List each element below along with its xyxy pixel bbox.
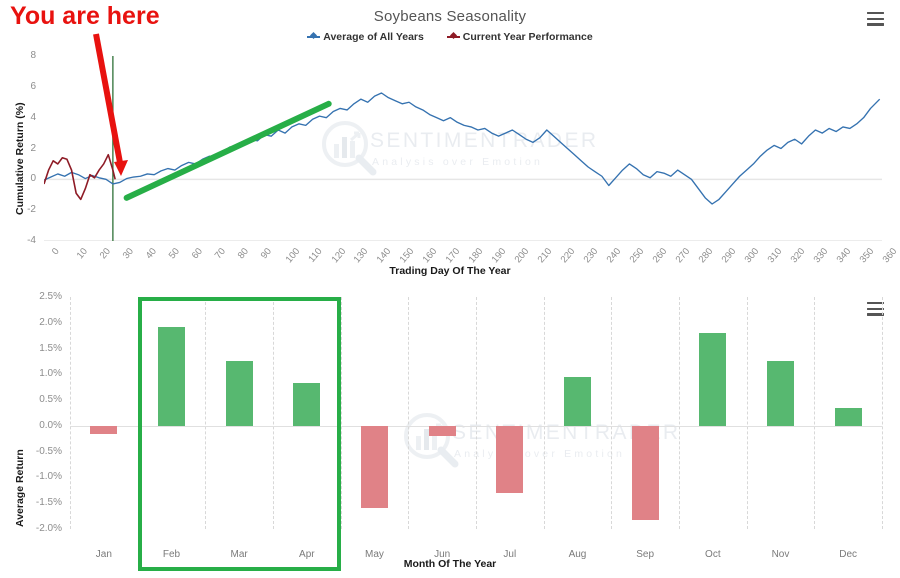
top-x-tick: 350	[857, 246, 876, 266]
bar-jul[interactable]	[496, 425, 524, 493]
highlighted-months-box	[137, 297, 341, 571]
top-x-tick: 150	[398, 246, 417, 266]
bottom-chart-gridline	[340, 297, 342, 529]
top-x-tick: 160	[420, 246, 440, 266]
top-x-tick: 180	[466, 246, 486, 266]
top-x-tick: 0	[49, 246, 62, 258]
top-x-tick: 90	[258, 246, 274, 262]
bottom-y-tick: 2.5%	[39, 291, 62, 302]
bottom-chart-gridline	[543, 297, 545, 529]
top-x-tick: 360	[880, 246, 899, 266]
bottom-y-tick: -2.0%	[35, 523, 62, 534]
monthly-average-return-chart-panel: SENTIMENTRADER Analysis over Emotion Ave…	[0, 282, 900, 578]
bottom-chart-gridline	[476, 297, 477, 529]
legend-item-average[interactable]: Average of All Years	[307, 31, 424, 43]
top-y-tick: 4	[30, 111, 36, 123]
bar-nov[interactable]	[766, 361, 795, 426]
hamburger-bar-2	[867, 17, 884, 21]
hamburger-bar-1	[867, 12, 884, 15]
bottom-y-tick: 1.0%	[39, 368, 62, 380]
top-x-tick: 220	[558, 246, 578, 266]
top-x-tick: 300	[742, 246, 762, 266]
bottom-chart-x-axis-label: Month Of The Year	[403, 558, 497, 570]
top-x-tick: 250	[627, 246, 647, 266]
bar-sep[interactable]	[631, 425, 659, 521]
top-x-tick: 80	[235, 246, 251, 262]
line-series-average-all-years	[44, 92, 881, 205]
bottom-chart-gridline	[408, 297, 410, 529]
bottom-chart-y-axis-label: Average Return	[14, 449, 26, 527]
top-y-tick: 8	[30, 50, 36, 61]
legend-marker-current-year-icon	[446, 32, 460, 41]
bottom-y-tick: -1.5%	[35, 497, 62, 509]
top-x-tick: 50	[166, 246, 182, 262]
you-are-here-label: You are here	[10, 2, 160, 30]
top-x-tick: 320	[788, 246, 807, 266]
top-x-tick: 270	[673, 246, 693, 266]
top-y-tick: 0	[30, 173, 36, 185]
top-y-tick: -4	[27, 235, 36, 246]
bottom-y-tick: 0.0%	[39, 419, 62, 431]
top-x-tick: 290	[719, 246, 739, 266]
top-x-tick: 170	[443, 246, 463, 266]
top-y-tick: 2	[30, 142, 36, 154]
top-x-tick: 70	[212, 246, 228, 262]
top-x-tick: 230	[581, 246, 601, 266]
top-x-tick: 10	[74, 246, 90, 262]
bar-aug[interactable]	[563, 376, 592, 426]
bottom-chart-gridline	[882, 297, 883, 529]
bar-may[interactable]	[360, 425, 389, 509]
top-chart-plot-area	[44, 56, 882, 241]
bar-jan[interactable]	[90, 425, 118, 434]
bottom-chart-gridline	[611, 297, 613, 529]
top-chart-svg	[44, 56, 882, 241]
top-chart-x-axis-label: Trading Day Of The Year	[389, 265, 511, 277]
bottom-chart-gridline	[679, 297, 680, 529]
top-x-tick: 60	[189, 246, 205, 262]
top-x-tick: 280	[696, 246, 716, 266]
top-x-tick: 120	[329, 246, 348, 266]
bar-dec[interactable]	[834, 407, 862, 426]
top-x-tick: 140	[375, 246, 394, 266]
top-x-tick: 210	[535, 246, 555, 266]
bottom-y-tick: 1.5%	[39, 342, 62, 354]
bar-jun[interactable]	[428, 425, 456, 437]
bottom-y-tick: -0.5%	[35, 445, 62, 457]
top-x-tick: 310	[765, 246, 785, 266]
legend-item-current-year[interactable]: Current Year Performance	[446, 31, 593, 43]
top-y-tick: -2	[27, 204, 36, 216]
line-series-current-year	[44, 153, 116, 201]
top-x-tick: 190	[489, 246, 509, 266]
bottom-chart-gridline	[70, 297, 71, 529]
legend-marker-average-icon	[307, 32, 321, 41]
bottom-chart-gridline	[814, 297, 816, 529]
legend-label-average: Average of All Years	[323, 31, 424, 43]
top-x-tick: 110	[305, 246, 325, 265]
bottom-y-tick: 2.0%	[39, 316, 62, 328]
legend-label-current-year: Current Year Performance	[462, 31, 593, 43]
top-x-tick: 240	[604, 246, 624, 266]
uptrend-annotation-line	[123, 100, 332, 201]
top-x-tick: 100	[283, 246, 302, 266]
top-x-tick: 40	[143, 246, 159, 262]
hamburger-bar-3	[867, 23, 884, 26]
top-y-tick: 6	[30, 80, 36, 92]
top-x-tick: 130	[352, 246, 371, 266]
bar-oct[interactable]	[699, 333, 727, 426]
top-x-tick: 330	[811, 246, 830, 266]
top-x-tick: 340	[834, 246, 853, 266]
top-x-tick: 20	[97, 246, 113, 262]
top-chart-menu-button[interactable]	[867, 12, 884, 26]
seasonality-chart-page: Soybeans Seasonality Average of All Year…	[0, 0, 900, 578]
bottom-y-tick: 0.5%	[39, 394, 62, 406]
top-x-tick: 30	[120, 246, 136, 262]
top-x-tick: 200	[512, 246, 532, 266]
seasonality-line-chart-panel: Soybeans Seasonality Average of All Year…	[0, 0, 900, 282]
bottom-chart-gridline	[746, 297, 748, 529]
top-chart-legend: Average of All Years Current Year Perfor…	[0, 31, 900, 43]
bottom-y-tick: -1.0%	[35, 471, 62, 483]
top-x-tick: 260	[650, 246, 670, 266]
